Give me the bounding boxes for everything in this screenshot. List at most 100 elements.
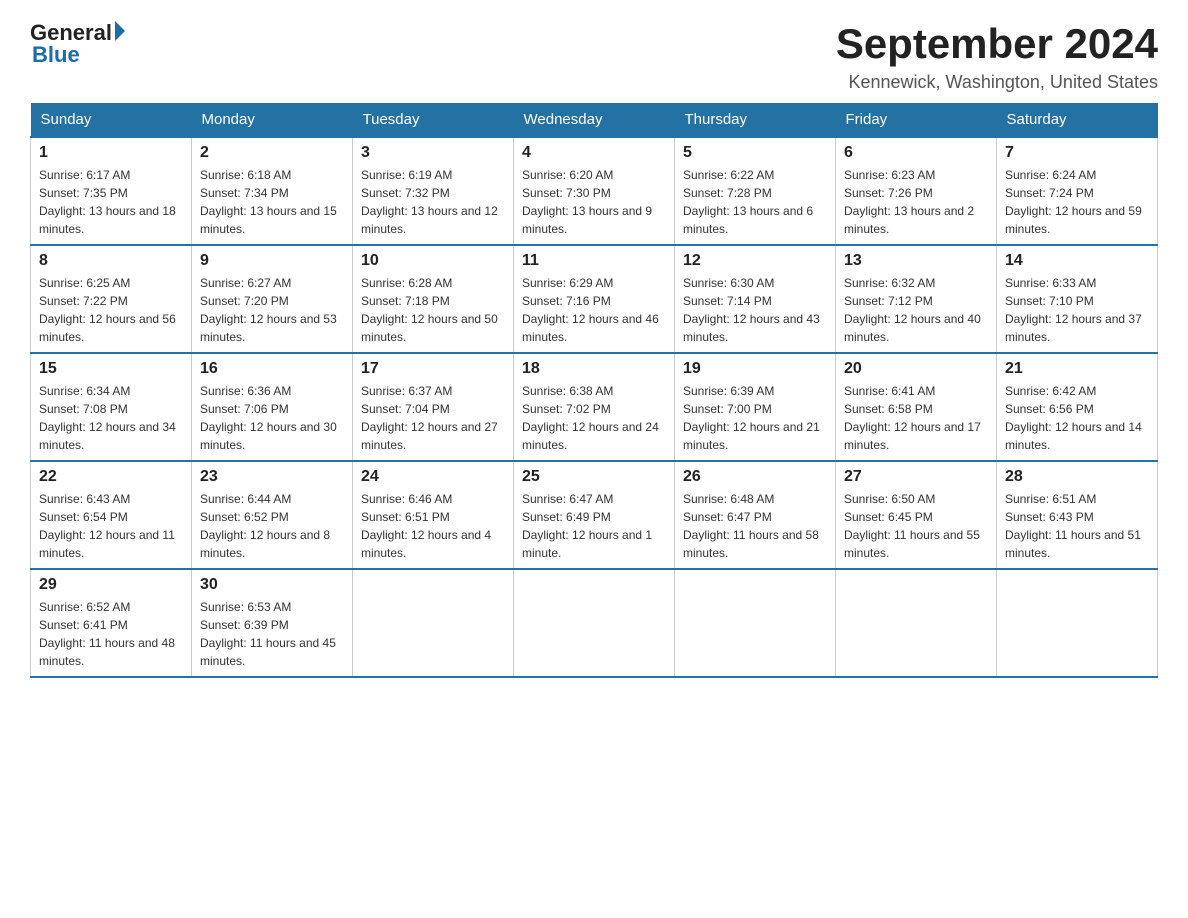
day-number: 13 (844, 252, 988, 270)
day-number: 28 (1005, 468, 1149, 486)
calendar-cell: 27 Sunrise: 6:50 AM Sunset: 6:45 PM Dayl… (836, 461, 997, 569)
calendar-cell: 3 Sunrise: 6:19 AM Sunset: 7:32 PM Dayli… (353, 137, 514, 245)
day-number: 27 (844, 468, 988, 486)
day-info: Sunrise: 6:18 AM Sunset: 7:34 PM Dayligh… (200, 166, 344, 238)
calendar-cell: 18 Sunrise: 6:38 AM Sunset: 7:02 PM Dayl… (514, 353, 675, 461)
day-info: Sunrise: 6:33 AM Sunset: 7:10 PM Dayligh… (1005, 274, 1149, 346)
header-thursday: Thursday (675, 103, 836, 137)
day-info: Sunrise: 6:25 AM Sunset: 7:22 PM Dayligh… (39, 274, 183, 346)
calendar-cell: 14 Sunrise: 6:33 AM Sunset: 7:10 PM Dayl… (997, 245, 1158, 353)
calendar-cell (836, 569, 997, 677)
calendar-cell: 15 Sunrise: 6:34 AM Sunset: 7:08 PM Dayl… (31, 353, 192, 461)
calendar-cell: 11 Sunrise: 6:29 AM Sunset: 7:16 PM Dayl… (514, 245, 675, 353)
day-info: Sunrise: 6:32 AM Sunset: 7:12 PM Dayligh… (844, 274, 988, 346)
header-sunday: Sunday (31, 103, 192, 137)
header-friday: Friday (836, 103, 997, 137)
calendar-week-row: 8 Sunrise: 6:25 AM Sunset: 7:22 PM Dayli… (31, 245, 1158, 353)
day-info: Sunrise: 6:37 AM Sunset: 7:04 PM Dayligh… (361, 382, 505, 454)
day-number: 6 (844, 144, 988, 162)
day-info: Sunrise: 6:53 AM Sunset: 6:39 PM Dayligh… (200, 598, 344, 670)
day-info: Sunrise: 6:23 AM Sunset: 7:26 PM Dayligh… (844, 166, 988, 238)
day-number: 17 (361, 360, 505, 378)
day-info: Sunrise: 6:24 AM Sunset: 7:24 PM Dayligh… (1005, 166, 1149, 238)
day-number: 23 (200, 468, 344, 486)
day-info: Sunrise: 6:50 AM Sunset: 6:45 PM Dayligh… (844, 490, 988, 562)
day-number: 26 (683, 468, 827, 486)
location-text: Kennewick, Washington, United States (836, 72, 1158, 93)
day-number: 10 (361, 252, 505, 270)
calendar-cell: 24 Sunrise: 6:46 AM Sunset: 6:51 PM Dayl… (353, 461, 514, 569)
day-info: Sunrise: 6:22 AM Sunset: 7:28 PM Dayligh… (683, 166, 827, 238)
calendar-cell (514, 569, 675, 677)
day-number: 5 (683, 144, 827, 162)
day-number: 8 (39, 252, 183, 270)
day-info: Sunrise: 6:42 AM Sunset: 6:56 PM Dayligh… (1005, 382, 1149, 454)
day-info: Sunrise: 6:34 AM Sunset: 7:08 PM Dayligh… (39, 382, 183, 454)
header-tuesday: Tuesday (353, 103, 514, 137)
day-number: 7 (1005, 144, 1149, 162)
day-number: 20 (844, 360, 988, 378)
calendar-cell: 1 Sunrise: 6:17 AM Sunset: 7:35 PM Dayli… (31, 137, 192, 245)
calendar-week-row: 22 Sunrise: 6:43 AM Sunset: 6:54 PM Dayl… (31, 461, 1158, 569)
day-number: 19 (683, 360, 827, 378)
calendar-cell: 25 Sunrise: 6:47 AM Sunset: 6:49 PM Dayl… (514, 461, 675, 569)
day-info: Sunrise: 6:48 AM Sunset: 6:47 PM Dayligh… (683, 490, 827, 562)
calendar-cell: 23 Sunrise: 6:44 AM Sunset: 6:52 PM Dayl… (192, 461, 353, 569)
logo: General Blue (30, 20, 125, 68)
calendar-cell: 29 Sunrise: 6:52 AM Sunset: 6:41 PM Dayl… (31, 569, 192, 677)
day-info: Sunrise: 6:30 AM Sunset: 7:14 PM Dayligh… (683, 274, 827, 346)
day-number: 15 (39, 360, 183, 378)
calendar-cell: 16 Sunrise: 6:36 AM Sunset: 7:06 PM Dayl… (192, 353, 353, 461)
calendar-cell: 9 Sunrise: 6:27 AM Sunset: 7:20 PM Dayli… (192, 245, 353, 353)
calendar-cell: 21 Sunrise: 6:42 AM Sunset: 6:56 PM Dayl… (997, 353, 1158, 461)
calendar-cell: 19 Sunrise: 6:39 AM Sunset: 7:00 PM Dayl… (675, 353, 836, 461)
day-number: 16 (200, 360, 344, 378)
day-info: Sunrise: 6:47 AM Sunset: 6:49 PM Dayligh… (522, 490, 666, 562)
day-info: Sunrise: 6:36 AM Sunset: 7:06 PM Dayligh… (200, 382, 344, 454)
day-number: 2 (200, 144, 344, 162)
title-section: September 2024 Kennewick, Washington, Un… (836, 20, 1158, 93)
day-number: 21 (1005, 360, 1149, 378)
day-info: Sunrise: 6:29 AM Sunset: 7:16 PM Dayligh… (522, 274, 666, 346)
day-info: Sunrise: 6:51 AM Sunset: 6:43 PM Dayligh… (1005, 490, 1149, 562)
calendar-cell: 6 Sunrise: 6:23 AM Sunset: 7:26 PM Dayli… (836, 137, 997, 245)
day-info: Sunrise: 6:52 AM Sunset: 6:41 PM Dayligh… (39, 598, 183, 670)
logo-blue-text: Blue (30, 42, 80, 68)
day-info: Sunrise: 6:41 AM Sunset: 6:58 PM Dayligh… (844, 382, 988, 454)
day-number: 12 (683, 252, 827, 270)
day-number: 11 (522, 252, 666, 270)
day-number: 3 (361, 144, 505, 162)
calendar-cell (675, 569, 836, 677)
day-info: Sunrise: 6:28 AM Sunset: 7:18 PM Dayligh… (361, 274, 505, 346)
calendar-week-row: 1 Sunrise: 6:17 AM Sunset: 7:35 PM Dayli… (31, 137, 1158, 245)
day-info: Sunrise: 6:46 AM Sunset: 6:51 PM Dayligh… (361, 490, 505, 562)
day-number: 9 (200, 252, 344, 270)
day-info: Sunrise: 6:20 AM Sunset: 7:30 PM Dayligh… (522, 166, 666, 238)
calendar-cell: 2 Sunrise: 6:18 AM Sunset: 7:34 PM Dayli… (192, 137, 353, 245)
calendar-cell: 5 Sunrise: 6:22 AM Sunset: 7:28 PM Dayli… (675, 137, 836, 245)
calendar-cell (997, 569, 1158, 677)
day-number: 4 (522, 144, 666, 162)
day-number: 22 (39, 468, 183, 486)
day-number: 14 (1005, 252, 1149, 270)
day-number: 25 (522, 468, 666, 486)
day-info: Sunrise: 6:27 AM Sunset: 7:20 PM Dayligh… (200, 274, 344, 346)
calendar-cell: 20 Sunrise: 6:41 AM Sunset: 6:58 PM Dayl… (836, 353, 997, 461)
calendar-cell: 10 Sunrise: 6:28 AM Sunset: 7:18 PM Dayl… (353, 245, 514, 353)
calendar-cell: 22 Sunrise: 6:43 AM Sunset: 6:54 PM Dayl… (31, 461, 192, 569)
day-number: 30 (200, 576, 344, 594)
header-saturday: Saturday (997, 103, 1158, 137)
calendar-week-row: 15 Sunrise: 6:34 AM Sunset: 7:08 PM Dayl… (31, 353, 1158, 461)
day-number: 29 (39, 576, 183, 594)
calendar-cell: 7 Sunrise: 6:24 AM Sunset: 7:24 PM Dayli… (997, 137, 1158, 245)
day-info: Sunrise: 6:17 AM Sunset: 7:35 PM Dayligh… (39, 166, 183, 238)
page-header: General Blue September 2024 Kennewick, W… (30, 20, 1158, 93)
day-info: Sunrise: 6:38 AM Sunset: 7:02 PM Dayligh… (522, 382, 666, 454)
day-info: Sunrise: 6:44 AM Sunset: 6:52 PM Dayligh… (200, 490, 344, 562)
calendar-cell: 17 Sunrise: 6:37 AM Sunset: 7:04 PM Dayl… (353, 353, 514, 461)
calendar-cell (353, 569, 514, 677)
calendar-cell: 8 Sunrise: 6:25 AM Sunset: 7:22 PM Dayli… (31, 245, 192, 353)
calendar-cell: 28 Sunrise: 6:51 AM Sunset: 6:43 PM Dayl… (997, 461, 1158, 569)
day-number: 24 (361, 468, 505, 486)
day-info: Sunrise: 6:43 AM Sunset: 6:54 PM Dayligh… (39, 490, 183, 562)
